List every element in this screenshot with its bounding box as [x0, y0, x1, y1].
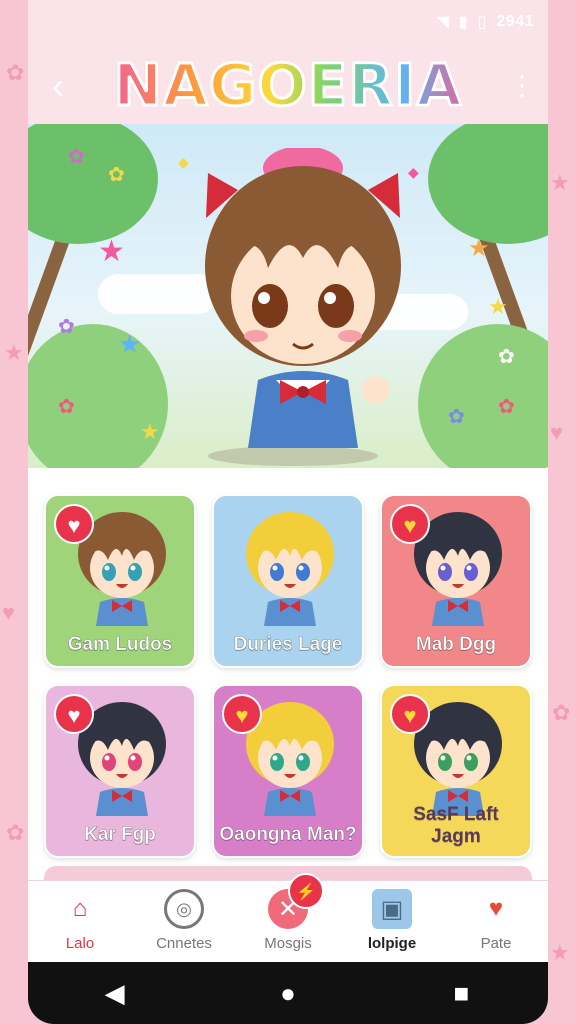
star-confetti-icon: ◆ [178, 154, 189, 170]
favorite-heart-icon[interactable]: ♥ [390, 504, 430, 544]
star-deco-icon: ★ [550, 170, 570, 195]
tab-mosgis[interactable]: ✕ Mosgis ⚡ [236, 873, 340, 962]
tab-home[interactable]: ⌂ Lalo [28, 881, 132, 962]
character-name: Kar Fgp [84, 824, 156, 846]
more-vertical-icon: ⋮ [508, 70, 536, 101]
character-card[interactable]: ♥ Kar Fgp [44, 684, 196, 858]
avatar-shadow [208, 446, 378, 466]
radar-icon: ◎ [164, 889, 204, 929]
status-bar: ◥ ▮ ▯ 2941 [28, 0, 548, 44]
wifi-icon: ◥ [436, 14, 449, 31]
heart-deco-icon: ♥ [550, 420, 564, 445]
character-card[interactable]: ♥ SasF Laft Jagm [380, 684, 532, 858]
star-confetti-icon: ◆ [408, 164, 419, 180]
tab-label: lolpige [367, 935, 417, 952]
character-name: Gam Ludos [67, 634, 173, 656]
favorite-heart-icon[interactable]: ♥ [54, 504, 94, 544]
character-name: Duries Lage [233, 634, 343, 656]
character-name: Oaongna Man? [219, 824, 357, 846]
character-name: Mab Dgg [415, 634, 497, 656]
tree-left [28, 124, 158, 244]
bottom-tab-bar: ⌂ Lalo ◎ Cnnetes ✕ Mosgis ⚡ ▣ lolpige ♥ … [28, 873, 548, 962]
flower-deco-icon: ✿ [552, 700, 571, 725]
heart-lollipop-icon: ♥ [488, 895, 504, 922]
character-card[interactable]: ♥ Mab Dgg [380, 494, 532, 668]
chevron-left-icon: ‹ [52, 65, 64, 106]
home-icon: ⌂ [72, 895, 88, 922]
star-deco-icon: ★ [4, 340, 24, 365]
character-name: SasF Laft Jagm [413, 804, 499, 847]
tab-label: Cnnetes [156, 935, 212, 952]
tab-label: Lalo [65, 935, 95, 952]
character-card[interactable]: ♥ Oaongna Man? [212, 684, 364, 858]
media-icon: ▣ [372, 889, 412, 929]
flower-icon: ✿ [448, 406, 465, 428]
star-confetti-icon: ★ [140, 419, 160, 444]
back-button[interactable]: ‹ [40, 66, 76, 106]
bush-left [28, 324, 168, 468]
character-card[interactable]: ♥ Gam Ludos [44, 494, 196, 668]
flower-icon: ✿ [58, 396, 75, 418]
status-time: 2941 [496, 13, 534, 30]
circle-home-icon: ● [280, 977, 296, 1008]
app-title: NAGOERIA [99, 45, 476, 125]
heart-deco-icon: ✿ [6, 60, 25, 85]
bush-right [418, 324, 548, 468]
main-avatar [205, 148, 401, 448]
tab-lolpige[interactable]: ▣ lolpige [340, 881, 444, 962]
character-card[interactable]: Duries Lage [212, 494, 364, 668]
flower-icon: ✿ [68, 146, 85, 168]
signal-icon: ▮ [458, 14, 468, 31]
app-screen: ◥ ▮ ▯ 2941 ‹ NAGOERIA ⋮ ✿ ✿ ✿ ✿ ✿ ✿ ✿ ★ … [28, 0, 548, 1024]
nav-back-button[interactable]: ◀ [85, 978, 145, 1009]
square-recents-icon: ■ [453, 977, 470, 1008]
nav-recents-button[interactable]: ■ [431, 978, 491, 1009]
star-confetti-icon: ★ [468, 235, 490, 262]
character-grid: ♥ Gam Ludos Duries Lage ♥ Mab Dgg ♥ Kar Fgp ♥ Oa… [28, 468, 548, 880]
favorite-heart-icon[interactable]: ♥ [54, 694, 94, 734]
notification-badge: ⚡ [288, 873, 324, 909]
favorite-heart-icon[interactable]: ♥ [390, 694, 430, 734]
flower-icon: ✿ [58, 316, 75, 338]
flower-deco-icon: ✿ [6, 820, 25, 845]
tab-label: Mosgis [264, 935, 312, 952]
app-header: ‹ NAGOERIA ⋮ [28, 44, 548, 126]
battery-icon: ▯ [477, 14, 487, 31]
heart-deco-icon: ♥ [2, 600, 16, 625]
tab-pate[interactable]: ♥ Pate [444, 881, 548, 962]
system-nav-bar: ◀ ● ■ [28, 962, 548, 1024]
favorite-heart-icon[interactable]: ♥ [222, 694, 262, 734]
tab-label: Pate [480, 935, 512, 952]
star-confetti-icon: ★ [98, 235, 125, 268]
star-confetti-icon: ★ [488, 294, 508, 319]
star-confetti-icon: ★ [118, 329, 142, 359]
tree-right [428, 124, 548, 244]
nav-home-button[interactable]: ● [258, 978, 318, 1009]
flower-icon: ✿ [498, 396, 515, 418]
flower-icon: ✿ [108, 164, 125, 186]
tab-cnnetes[interactable]: ◎ Cnnetes [132, 881, 236, 962]
more-options-button[interactable]: ⋮ [508, 66, 536, 106]
hero-banner: ✿ ✿ ✿ ✿ ✿ ✿ ✿ ★ ★ ★ ★ ★ ◆ ◆ [28, 124, 548, 468]
star-deco-icon: ★ [550, 940, 570, 965]
flower-icon: ✿ [498, 346, 515, 368]
triangle-back-icon: ◀ [104, 977, 125, 1008]
character-avatar [246, 512, 334, 626]
